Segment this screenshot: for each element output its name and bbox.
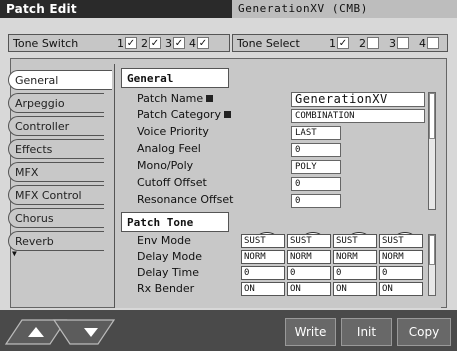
write-button[interactable]: Write — [285, 318, 336, 346]
title-bar: Patch Edit GenerationXV (CMB) — [0, 0, 457, 18]
param-label-mono-poly: Mono/Poly — [137, 159, 194, 172]
delay-time-tone-2[interactable]: 0 — [287, 266, 331, 280]
tab-chorus[interactable]: Chorus — [8, 208, 104, 228]
delay-mode-tone-1[interactable]: NORM — [241, 250, 285, 264]
function-bar: Write Init Copy — [0, 310, 457, 351]
tone-bar: Tone Switch 1 ✓ 2 ✓ 3 ✓ 4 ✓ Tone Select … — [8, 22, 449, 56]
delay-mode-tone-3[interactable]: NORM — [333, 250, 377, 264]
tone-switch-check-1[interactable]: ✓ — [125, 37, 137, 49]
tone-switch-group: Tone Switch 1 ✓ 2 ✓ 3 ✓ 4 ✓ — [8, 34, 230, 52]
param-label-env-mode: Env Mode — [137, 234, 191, 247]
down-triangle-icon[interactable]: ▼ — [12, 249, 17, 258]
general-scrollbar[interactable] — [428, 92, 436, 210]
param-label-analog-feel: Analog Feel — [137, 142, 201, 155]
delay-time-tone-3[interactable]: 0 — [333, 266, 377, 280]
tone-select-check-4[interactable] — [427, 37, 439, 49]
tone-select-num-4: 4 — [419, 37, 426, 50]
tone-switch-num-3: 3 — [165, 37, 172, 50]
tone-select-num-3: 3 — [389, 37, 396, 50]
patch-category-field[interactable]: COMBINATION — [291, 109, 425, 123]
tab-general[interactable]: General — [8, 70, 112, 90]
tone-switch-num-4: 4 — [189, 37, 196, 50]
tab-arpeggio[interactable]: Arpeggio — [8, 93, 104, 113]
delay-mode-tone-4[interactable]: NORM — [379, 250, 423, 264]
tone-select-check-2[interactable] — [367, 37, 379, 49]
edit-marker-icon — [223, 111, 231, 118]
patch-tone-section-header: Patch Tone — [121, 212, 229, 232]
nav-arrows — [4, 319, 116, 345]
tone-select-num-2: 2 — [359, 37, 366, 50]
voice-priority-field[interactable]: LAST — [291, 126, 341, 140]
tab-mfx-control[interactable]: MFX Control — [8, 185, 104, 205]
resonance-offset-field[interactable]: 0 — [291, 194, 341, 208]
general-section-header: General — [121, 68, 229, 88]
tone-select-group: Tone Select 1 ✓ 2 3 4 — [232, 34, 448, 52]
rx-bender-tone-3[interactable]: ON — [333, 282, 377, 296]
tab-mfx[interactable]: MFX — [8, 162, 104, 182]
tone-select-check-1[interactable]: ✓ — [337, 37, 349, 49]
param-label-resonance-offset: Resonance Offset — [137, 193, 234, 206]
down-arrow-icon[interactable] — [52, 319, 116, 345]
patch-tone-scrollbar[interactable] — [428, 234, 436, 296]
screen-title: Patch Edit — [6, 2, 77, 16]
param-label-cutoff-offset: Cutoff Offset — [137, 176, 207, 189]
rx-bender-tone-2[interactable]: ON — [287, 282, 331, 296]
param-label-voice-priority: Voice Priority — [137, 125, 209, 138]
patch-edit-screen: Patch Edit GenerationXV (CMB) Tone Switc… — [0, 0, 457, 351]
analog-feel-field[interactable]: 0 — [291, 143, 341, 157]
cutoff-offset-field[interactable]: 0 — [291, 177, 341, 191]
rx-bender-tone-4[interactable]: ON — [379, 282, 423, 296]
edit-marker-icon — [206, 95, 214, 102]
tab-effects[interactable]: Effects — [8, 139, 104, 159]
rx-bender-tone-1[interactable]: ON — [241, 282, 285, 296]
env-mode-tone-2[interactable]: SUST — [287, 234, 331, 248]
delay-mode-tone-2[interactable]: NORM — [287, 250, 331, 264]
tab-controller[interactable]: Controller — [8, 116, 104, 136]
patch-name-field[interactable]: GenerationXV — [291, 92, 425, 107]
delay-time-tone-1[interactable]: 0 — [241, 266, 285, 280]
tone-select-check-3[interactable] — [397, 37, 409, 49]
env-mode-tone-3[interactable]: SUST — [333, 234, 377, 248]
tone-switch-check-2[interactable]: ✓ — [149, 37, 161, 49]
param-label-delay-time: Delay Time — [137, 266, 199, 279]
delay-time-tone-4[interactable]: 0 — [379, 266, 423, 280]
general-scroll-thumb[interactable] — [429, 93, 435, 139]
mono-poly-field[interactable]: POLY — [291, 160, 341, 174]
general-content: General Patch Name GenerationXV Patch Ca… — [114, 64, 441, 308]
param-label-rx-bender: Rx Bender — [137, 282, 195, 295]
tone-select-label: Tone Select — [237, 37, 300, 50]
patch-tone-scroll-thumb[interactable] — [429, 235, 435, 265]
tone-select-num-1: 1 — [329, 37, 336, 50]
tone-switch-num-2: 2 — [141, 37, 148, 50]
param-label-patch-category: Patch Category — [137, 108, 231, 121]
copy-button[interactable]: Copy — [397, 318, 451, 346]
tone-switch-check-3[interactable]: ✓ — [173, 37, 185, 49]
env-mode-tone-1[interactable]: SUST — [241, 234, 285, 248]
env-mode-tone-4[interactable]: SUST — [379, 234, 423, 248]
tone-switch-check-4[interactable]: ✓ — [197, 37, 209, 49]
param-label-delay-mode: Delay Mode — [137, 250, 203, 263]
current-patch-name: GenerationXV (CMB) — [232, 0, 457, 18]
param-label-patch-name: Patch Name — [137, 92, 214, 105]
tab-reverb[interactable]: Reverb — [8, 231, 104, 251]
init-button[interactable]: Init — [341, 318, 392, 346]
tone-switch-num-1: 1 — [117, 37, 124, 50]
tone-switch-label: Tone Switch — [13, 37, 79, 50]
